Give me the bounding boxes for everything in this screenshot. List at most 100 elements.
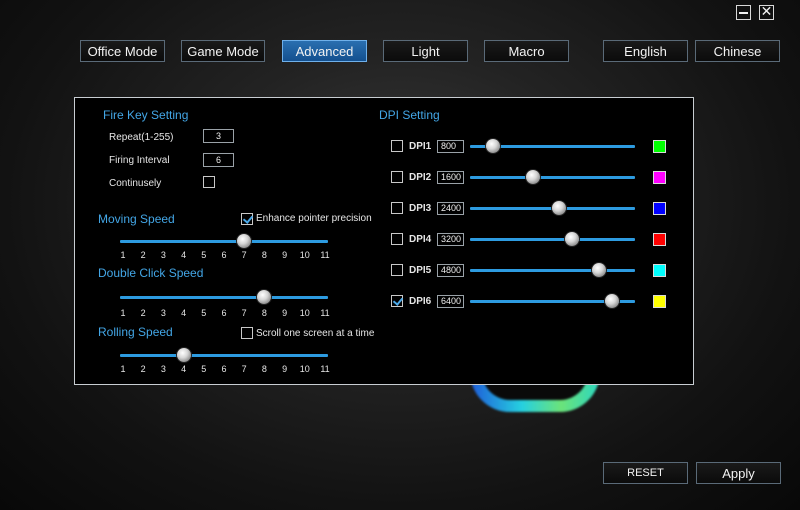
tab-light[interactable]: Light [383, 40, 468, 62]
fire-key-title: Fire Key Setting [103, 108, 189, 122]
close-button[interactable]: ✕ [759, 5, 774, 20]
scale-tick: 7 [241, 308, 247, 318]
scale-tick: 4 [181, 250, 187, 260]
repeat-label: Repeat(1-255) [109, 132, 174, 143]
scale-tick: 3 [160, 364, 166, 374]
dpi-color-swatch[interactable] [653, 171, 666, 184]
scale-tick: 5 [201, 308, 207, 318]
dpi-color-swatch[interactable] [653, 295, 666, 308]
dpi-color-swatch[interactable] [653, 233, 666, 246]
scale-tick: 4 [181, 308, 187, 318]
dpi-value-input[interactable]: 6400 [437, 295, 464, 308]
dpi-level-label: DPI3 [409, 203, 432, 214]
dpi-checkbox[interactable] [391, 295, 403, 307]
scale-tick: 11 [320, 250, 330, 260]
language-english-button[interactable]: English [603, 40, 688, 62]
enhance-precision-label: Enhance pointer precision [256, 213, 372, 224]
continuous-label: Continusely [109, 178, 162, 189]
double-click-speed-thumb[interactable] [257, 290, 272, 304]
scale-tick: 7 [241, 364, 247, 374]
scale-tick: 11 [320, 308, 330, 318]
scale-tick: 9 [282, 308, 288, 318]
scale-tick: 9 [282, 364, 288, 374]
scale-tick: 10 [299, 308, 310, 318]
dpi-level-label: DPI5 [409, 265, 432, 276]
tab-macro[interactable]: Macro [484, 40, 569, 62]
scale-tick: 5 [201, 250, 207, 260]
dpi-color-swatch[interactable] [653, 202, 666, 215]
scale-tick: 11 [320, 364, 330, 374]
dpi-value-input[interactable]: 800 [437, 140, 464, 153]
dpi-slider-track[interactable] [470, 269, 635, 272]
tab-game-mode[interactable]: Game Mode [181, 40, 265, 62]
scale-tick: 8 [261, 250, 267, 260]
dpi-slider-thumb[interactable] [604, 294, 619, 308]
dpi-checkbox[interactable] [391, 233, 403, 245]
dpi-value-input[interactable]: 2400 [437, 202, 464, 215]
scale-tick: 1 [120, 364, 126, 374]
double-click-speed-scale: 1 2 3 4 5 6 7 8 9 10 11 [75, 308, 695, 320]
scale-tick: 3 [160, 308, 166, 318]
apply-button[interactable]: Apply [696, 462, 781, 484]
rolling-speed-scale: 1 2 3 4 5 6 7 8 9 10 11 [75, 364, 695, 376]
scroll-one-screen-label: Scroll one screen at a time [256, 328, 375, 339]
firing-interval-input[interactable]: 6 [203, 153, 234, 167]
rolling-speed-thumb[interactable] [176, 348, 191, 362]
dpi-value-input[interactable]: 4800 [437, 264, 464, 277]
dpi-color-swatch[interactable] [653, 140, 666, 153]
tab-advanced[interactable]: Advanced [282, 40, 367, 62]
scale-tick: 7 [241, 250, 247, 260]
scale-tick: 3 [160, 250, 166, 260]
moving-speed-title: Moving Speed [98, 212, 175, 226]
scale-tick: 10 [299, 250, 310, 260]
moving-speed-track[interactable] [120, 240, 328, 243]
dpi-value-input[interactable]: 1600 [437, 171, 464, 184]
reset-button[interactable]: RESET [603, 462, 688, 484]
double-click-speed-title: Double Click Speed [98, 266, 204, 280]
scale-tick: 1 [120, 308, 126, 318]
scale-tick: 1 [120, 250, 126, 260]
dpi-checkbox[interactable] [391, 202, 403, 214]
dpi-color-swatch[interactable] [653, 264, 666, 277]
dpi-setting-title: DPI Setting [379, 108, 440, 122]
scale-tick: 5 [201, 364, 207, 374]
scale-tick: 10 [299, 364, 310, 374]
dpi-slider-track[interactable] [470, 238, 635, 241]
scale-tick: 8 [261, 308, 267, 318]
firing-interval-label: Firing Interval [109, 155, 170, 166]
enhance-precision-checkbox[interactable] [241, 213, 253, 225]
dpi-level-label: DPI4 [409, 234, 432, 245]
scroll-one-screen-checkbox[interactable] [241, 327, 253, 339]
dpi-slider-thumb[interactable] [486, 139, 501, 153]
dpi-slider-thumb[interactable] [591, 263, 606, 277]
dpi-level-label: DPI6 [409, 296, 432, 307]
scale-tick: 8 [261, 364, 267, 374]
dpi-slider-thumb[interactable] [525, 170, 540, 184]
rolling-speed-title: Rolling Speed [98, 325, 173, 339]
scale-tick: 6 [221, 308, 227, 318]
dpi-checkbox[interactable] [391, 264, 403, 276]
dpi-checkbox[interactable] [391, 171, 403, 183]
repeat-input[interactable]: 3 [203, 129, 234, 143]
settings-panel: Fire Key Setting Repeat(1-255) 3 Firing … [74, 97, 694, 385]
tab-office-mode[interactable]: Office Mode [80, 40, 165, 62]
dpi-level-label: DPI2 [409, 172, 432, 183]
language-chinese-button[interactable]: Chinese [695, 40, 780, 62]
scale-tick: 6 [221, 250, 227, 260]
dpi-slider-thumb[interactable] [552, 201, 567, 215]
double-click-speed-track[interactable] [120, 296, 328, 299]
continuous-checkbox[interactable] [203, 176, 215, 188]
rolling-speed-track[interactable] [120, 354, 328, 357]
dpi-value-input[interactable]: 3200 [437, 233, 464, 246]
moving-speed-thumb[interactable] [237, 234, 252, 248]
dpi-slider-thumb[interactable] [565, 232, 580, 246]
moving-speed-scale: 1 2 3 4 5 6 7 8 9 10 11 [75, 250, 695, 262]
scale-tick: 2 [140, 308, 146, 318]
scale-tick: 9 [282, 250, 288, 260]
dpi-slider-track[interactable] [470, 176, 635, 179]
scale-tick: 2 [140, 364, 146, 374]
scale-tick: 6 [221, 364, 227, 374]
minimize-button[interactable] [736, 5, 751, 20]
scale-tick: 2 [140, 250, 146, 260]
dpi-checkbox[interactable] [391, 140, 403, 152]
